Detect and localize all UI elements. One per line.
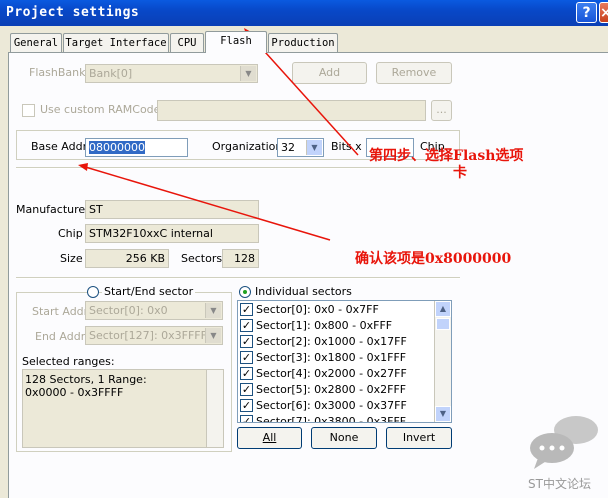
annotation-confirm: 确认该项是0x8000000 xyxy=(355,251,512,267)
arrow-to-base-addr xyxy=(81,165,331,241)
annotation-step4: 第四步、选择Flash选项 xyxy=(369,148,524,164)
annotation-step4-line2: 卡 xyxy=(453,165,467,181)
chat-bubble-icon xyxy=(530,416,598,469)
tab-flash[interactable]: Flash xyxy=(205,31,267,53)
arrowhead-icon xyxy=(78,163,88,171)
watermark-text: ST中文论坛 xyxy=(528,477,591,491)
annotation-arrows xyxy=(78,28,359,241)
